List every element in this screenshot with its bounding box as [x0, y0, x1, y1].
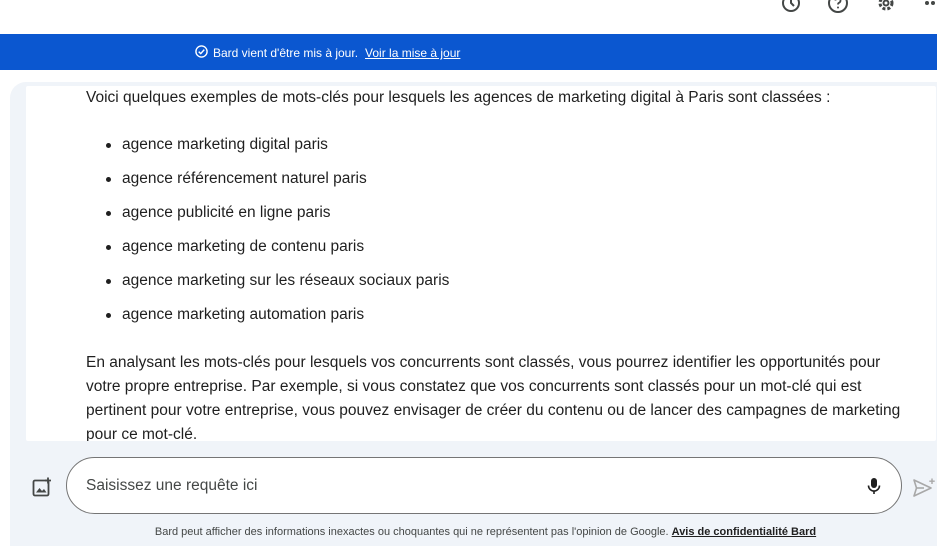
keyword-item: agence marketing automation paris [104, 303, 449, 337]
check-circle-icon [195, 45, 208, 61]
send-icon[interactable] [912, 476, 936, 500]
response-paragraph: En analysant les mots-clés pour lesquels… [86, 354, 901, 441]
disclaimer-text: Bard peut afficher des informations inex… [154, 526, 669, 538]
banner-update-link[interactable]: Voir la mise à jour [365, 46, 460, 60]
help-icon[interactable] [827, 0, 849, 14]
apps-icon[interactable] [922, 0, 937, 14]
keyword-item: agence marketing sur les réseaux sociaux… [104, 269, 449, 303]
keyword-list: agence marketing digital paris agence ré… [104, 133, 449, 337]
microphone-icon[interactable] [863, 475, 885, 497]
settings-icon[interactable] [875, 0, 897, 14]
response-intro: Voici quelques exemples de mots-clés pou… [86, 89, 831, 106]
banner-message: Bard vient d'être mis à jour. [213, 46, 359, 60]
keyword-item: agence publicité en ligne paris [104, 201, 449, 235]
privacy-link[interactable]: Avis de confidentialité Bard [672, 526, 816, 538]
keyword-item: agence marketing de contenu paris [104, 235, 449, 269]
update-banner: Bard vient d'être mis à jour. Voir la mi… [0, 34, 937, 70]
add-image-icon[interactable] [30, 475, 54, 499]
keyword-item: agence référencement naturel paris [104, 167, 449, 201]
top-bar [0, 0, 937, 34]
prompt-input[interactable] [86, 474, 846, 498]
keyword-item: agence marketing digital paris [104, 133, 449, 167]
response-card: Voici quelques exemples de mots-clés pou… [26, 86, 936, 441]
footer-disclaimer: Bard peut afficher des informations inex… [0, 526, 937, 538]
history-icon[interactable] [780, 0, 802, 14]
prompt-input-container [66, 457, 902, 514]
